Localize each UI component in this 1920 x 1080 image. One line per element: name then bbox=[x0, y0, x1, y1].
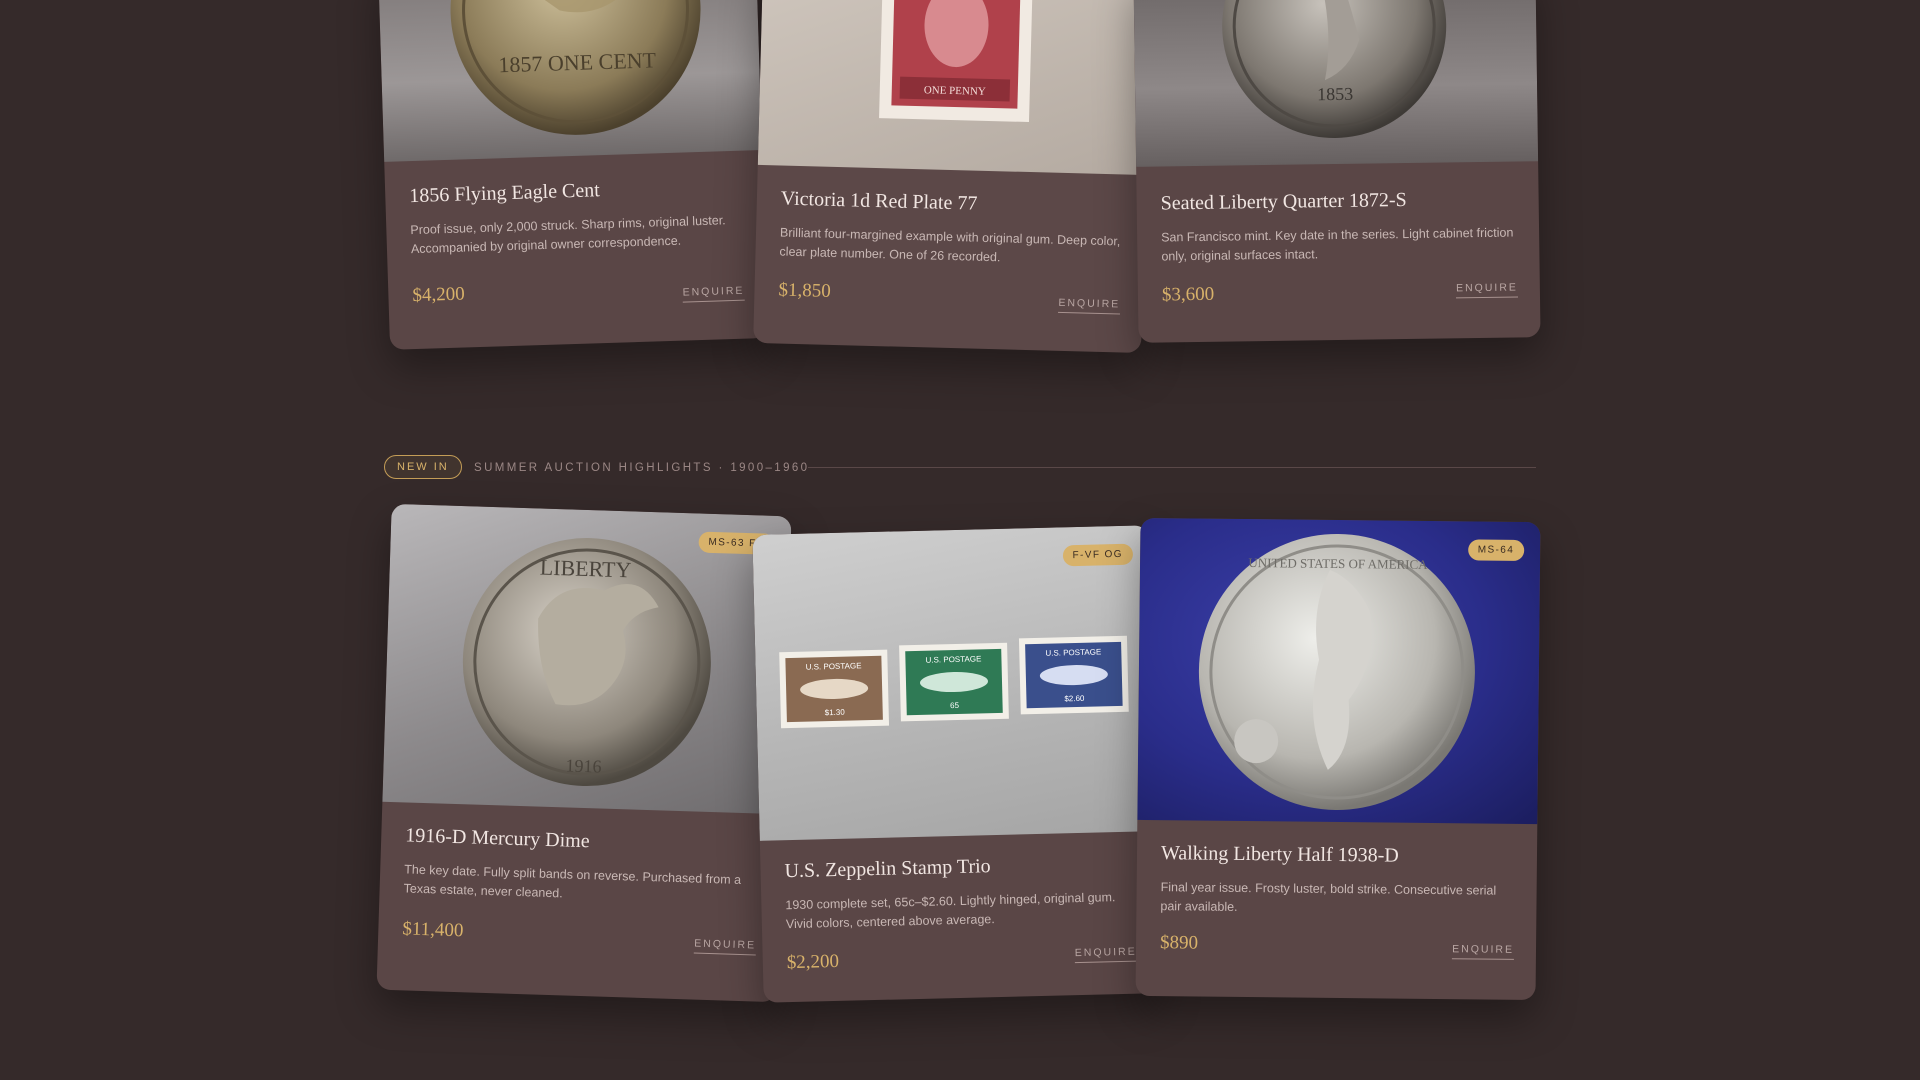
lot-card-victoria-penny-red[interactable]: ONE PENNY Victoria 1d Red Plate 77 Brill… bbox=[753, 0, 1151, 354]
lot-description: Final year issue. Frosty luster, bold st… bbox=[1160, 880, 1497, 914]
lot-price: $2,200 bbox=[786, 950, 840, 974]
coin-date: 1916 bbox=[565, 755, 602, 776]
stamp-3-value: $2.60 bbox=[1064, 694, 1085, 703]
stamp-legend: ONE PENNY bbox=[924, 84, 986, 98]
coin-image: 1857 ONE CENT bbox=[450, 0, 701, 135]
enquire-link[interactable]: ENQUIRE bbox=[1058, 296, 1121, 315]
lot-photo: U.S. POSTAGE $1.30 U.S. POSTAGE 65 U.S. … bbox=[752, 525, 1156, 841]
lot-price: $890 bbox=[1159, 932, 1199, 954]
grade-badge: F-VF OG bbox=[1062, 543, 1134, 567]
lot-description: San Francisco mint. Key date in the seri… bbox=[1161, 225, 1514, 264]
coin-legend: 1857 ONE CENT bbox=[498, 47, 657, 77]
enquire-link[interactable]: ENQUIRE bbox=[693, 937, 757, 956]
lot-card-walking-liberty-half[interactable]: UNITED STATES OF AMERICA MS-64 Walking L… bbox=[1135, 517, 1541, 1001]
coin-image: UNITED STATES OF AMERICA bbox=[1198, 533, 1475, 810]
lot-title: Walking Liberty Half 1938-D bbox=[1160, 842, 1399, 867]
lot-card-seated-liberty-quarter[interactable]: 1853 Seated Liberty Quarter 1872-S San F… bbox=[1133, 0, 1541, 343]
enquire-link[interactable]: ENQUIRE bbox=[1074, 945, 1137, 964]
enquire-link[interactable]: ENQUIRE bbox=[1455, 281, 1519, 299]
stamp-2-value: 65 bbox=[950, 701, 960, 710]
enquire-link[interactable]: ENQUIRE bbox=[1452, 943, 1515, 960]
coin-image: 1853 bbox=[1222, 0, 1447, 139]
stamp-2-label: U.S. POSTAGE bbox=[925, 654, 981, 664]
lot-photo: 1857 ONE CENT bbox=[378, 0, 763, 162]
stamp-image: ONE PENNY bbox=[879, 0, 1034, 123]
section-divider bbox=[808, 467, 1536, 468]
lot-title: Victoria 1d Red Plate 77 bbox=[780, 187, 978, 215]
stamps-image: U.S. POSTAGE $1.30 U.S. POSTAGE 65 U.S. … bbox=[779, 635, 1129, 729]
lot-photo: LIBERTY 1916 MS-63 FB bbox=[382, 503, 792, 815]
lot-description: 1930 complete set, 65c–$2.60. Lightly hi… bbox=[785, 890, 1116, 932]
lot-card-flying-eagle-cent[interactable]: 1857 ONE CENT 1856 Flying Eagle Cent Pro… bbox=[378, 0, 768, 350]
lot-photo: UNITED STATES OF AMERICA MS-64 bbox=[1137, 517, 1541, 825]
lot-description: Proof issue, only 2,000 struck. Sharp ri… bbox=[410, 213, 726, 257]
lot-photo: ONE PENNY bbox=[757, 0, 1151, 176]
lot-card-mercury-dime[interactable]: LIBERTY 1916 MS-63 FB 1916-D Mercury Dim… bbox=[376, 503, 792, 1003]
lot-title: 1856 Flying Eagle Cent bbox=[408, 179, 601, 208]
lot-photo: 1853 bbox=[1133, 0, 1539, 167]
stamp-1-label: U.S. POSTAGE bbox=[806, 661, 862, 671]
section-header: NEW IN SUMMER AUCTION HIGHLIGHTS · 1900–… bbox=[384, 455, 1536, 481]
coin-legend: LIBERTY bbox=[539, 555, 631, 583]
lot-price: $4,200 bbox=[412, 283, 465, 307]
lot-description: Brilliant four-margined example with ori… bbox=[779, 225, 1121, 265]
section-label: SUMMER AUCTION HIGHLIGHTS · 1900–1960 bbox=[474, 462, 810, 474]
new-in-badge: NEW IN bbox=[384, 455, 462, 479]
grade-badge: MS-64 bbox=[1467, 539, 1525, 561]
lot-price: $3,600 bbox=[1161, 283, 1215, 306]
lot-price: $1,850 bbox=[778, 279, 832, 302]
lot-card-zeppelin-stamps[interactable]: U.S. POSTAGE $1.30 U.S. POSTAGE 65 U.S. … bbox=[752, 525, 1160, 1003]
stamp-3-label: U.S. POSTAGE bbox=[1045, 647, 1101, 657]
coin-legend: UNITED STATES OF AMERICA bbox=[1248, 555, 1428, 572]
lot-title: U.S. Zeppelin Stamp Trio bbox=[784, 855, 991, 883]
enquire-link[interactable]: ENQUIRE bbox=[682, 284, 745, 303]
lot-title: 1916-D Mercury Dime bbox=[404, 824, 590, 853]
stamp-1-value: $1.30 bbox=[825, 708, 846, 717]
lot-price: $11,400 bbox=[402, 918, 464, 942]
lot-title: Seated Liberty Quarter 1872-S bbox=[1160, 189, 1407, 215]
coin-legend: 1853 bbox=[1317, 84, 1353, 105]
lot-description: The key date. Fully split bands on rever… bbox=[403, 862, 742, 901]
